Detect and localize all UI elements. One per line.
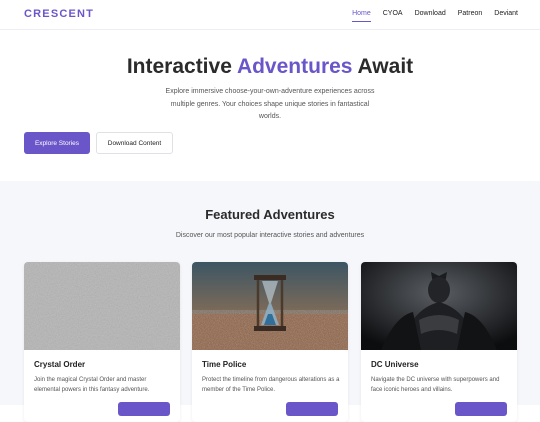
featured-section: Featured Adventures Discover our most po…	[0, 181, 540, 422]
adventure-card-time-police[interactable]: Time Police Protect the timeline from da…	[192, 262, 348, 422]
site-logo[interactable]: CRESCENT	[24, 8, 94, 20]
card-description: Join the magical Crystal Order and maste…	[34, 377, 150, 393]
top-nav: CRESCENT Home CYOA Download Patreon Devi…	[0, 0, 540, 30]
featured-subtitle: Discover our most popular interactive st…	[175, 232, 365, 239]
nav-links: Home CYOA Download Patreon Deviant	[352, 10, 518, 22]
nav-link-patreon[interactable]: Patreon	[458, 10, 483, 22]
featured-title: Featured Adventures	[205, 207, 335, 222]
download-content-button[interactable]: Download Content	[96, 132, 173, 154]
card-action-button[interactable]	[286, 402, 338, 416]
card-title: DC Universe	[371, 360, 419, 369]
card-description: Navigate the DC universe with superpower…	[371, 377, 500, 393]
card-action-button[interactable]	[118, 402, 170, 416]
nav-link-download[interactable]: Download	[415, 10, 446, 22]
hero-title: Interactive Adventures Await	[0, 55, 540, 79]
hero-title-start: Interactive	[126, 55, 237, 78]
card-title: Time Police	[202, 360, 247, 369]
hero-title-end: Await	[352, 55, 414, 78]
card-title: Crystal Order	[34, 360, 86, 369]
adventure-card-crystal-order[interactable]: Crystal Order Join the magical Crystal O…	[24, 262, 180, 422]
explore-stories-button[interactable]: Explore Stories	[24, 132, 90, 154]
card-description: Protect the timeline from dangerous alte…	[202, 377, 340, 393]
nav-link-deviant[interactable]: Deviant	[494, 10, 518, 22]
hero-section: Interactive Adventures Await Explore imm…	[0, 31, 540, 181]
hero-subtitle: Explore immersive choose-your-own-advent…	[165, 88, 375, 120]
hourglass-image	[192, 262, 348, 350]
card-action-button[interactable]	[455, 402, 507, 416]
nav-link-home[interactable]: Home	[352, 10, 371, 22]
gray-texture-image	[24, 262, 180, 350]
adventure-card-dc-universe[interactable]: DC Universe Navigate the DC universe wit…	[361, 262, 517, 422]
hero-title-accent: Adventures	[236, 55, 353, 78]
nav-link-cyoa[interactable]: CYOA	[383, 10, 403, 22]
dark-knight-image	[361, 262, 517, 350]
